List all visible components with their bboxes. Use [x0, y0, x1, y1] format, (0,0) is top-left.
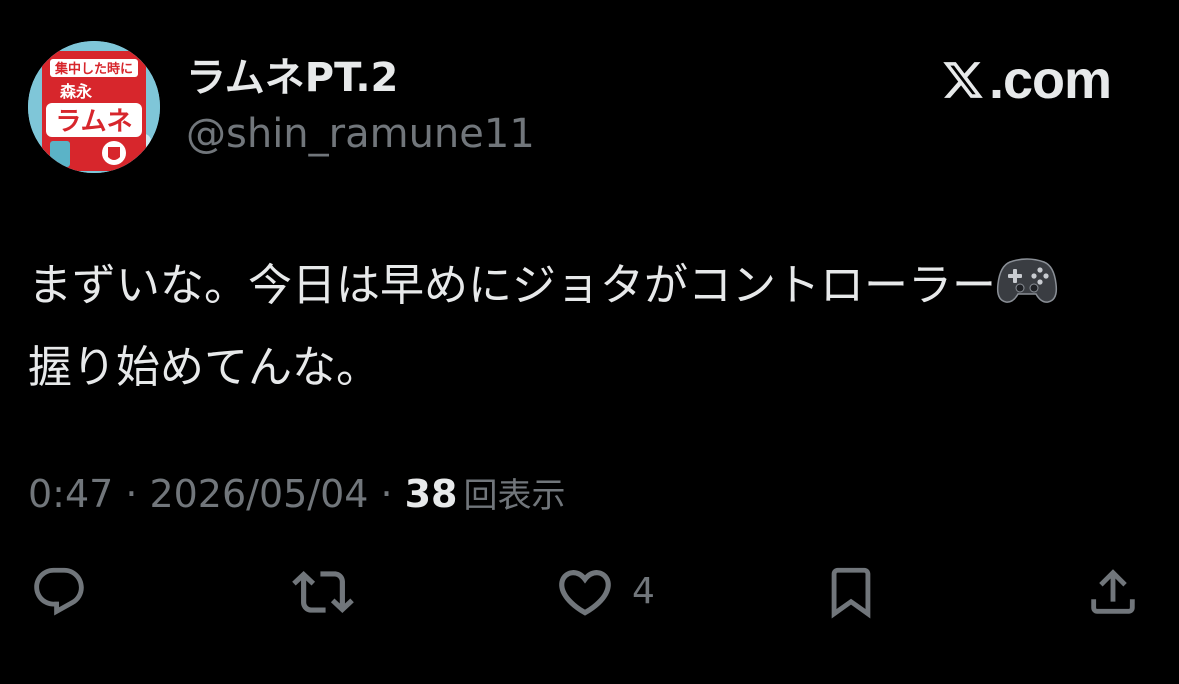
game-controller-icon	[996, 254, 1058, 330]
tweet-meta: 0:47 · 2026/05/04 · 38 回表示	[28, 470, 565, 520]
reply-button[interactable]	[30, 562, 88, 622]
retweet-button[interactable]	[292, 562, 354, 622]
author-handle[interactable]: @shin_ramune11	[186, 108, 535, 160]
tweet-text-line2: 握り始めてんな。	[28, 342, 380, 393]
like-count: 4	[632, 571, 655, 612]
meta-separator: ·	[125, 472, 138, 516]
meta-separator: ·	[380, 472, 393, 516]
share-button[interactable]	[1084, 562, 1142, 622]
share-icon	[1091, 569, 1135, 614]
tweet-text-line1: まずいな。今日は早めにジョタがコントローラー	[28, 260, 996, 311]
avatar[interactable]: 集中した時に 森永 ラムネ	[28, 41, 160, 173]
x-brand: .com	[941, 50, 1112, 110]
bookmark-icon	[831, 567, 871, 619]
x-domain-text: .com	[988, 50, 1112, 110]
views-count[interactable]: 38	[405, 470, 464, 518]
tweet-text: まずいな。今日は早めにジョタがコントローラー 握り始めてんな。	[28, 248, 1158, 406]
avatar-brand-text: 森永	[60, 82, 92, 101]
tweet-time[interactable]: 0:47	[28, 470, 113, 518]
avatar-product-text: ラムネ	[55, 107, 132, 137]
tweet-date[interactable]: 2026/05/04	[149, 470, 368, 518]
x-logo-icon	[941, 58, 985, 102]
avatar-promo-text: 集中した時に	[54, 61, 133, 77]
bookmark-button[interactable]	[822, 562, 880, 622]
action-bar: 4	[0, 562, 1179, 622]
views-label[interactable]: 回表示	[463, 472, 565, 520]
heart-icon	[559, 570, 611, 616]
reply-icon	[34, 567, 84, 616]
like-button[interactable]: 4	[554, 562, 655, 622]
retweet-icon	[292, 571, 354, 613]
author-display-name[interactable]: ラムネPT.2	[186, 52, 398, 104]
avatar-image: 集中した時に 森永 ラムネ	[28, 41, 160, 173]
